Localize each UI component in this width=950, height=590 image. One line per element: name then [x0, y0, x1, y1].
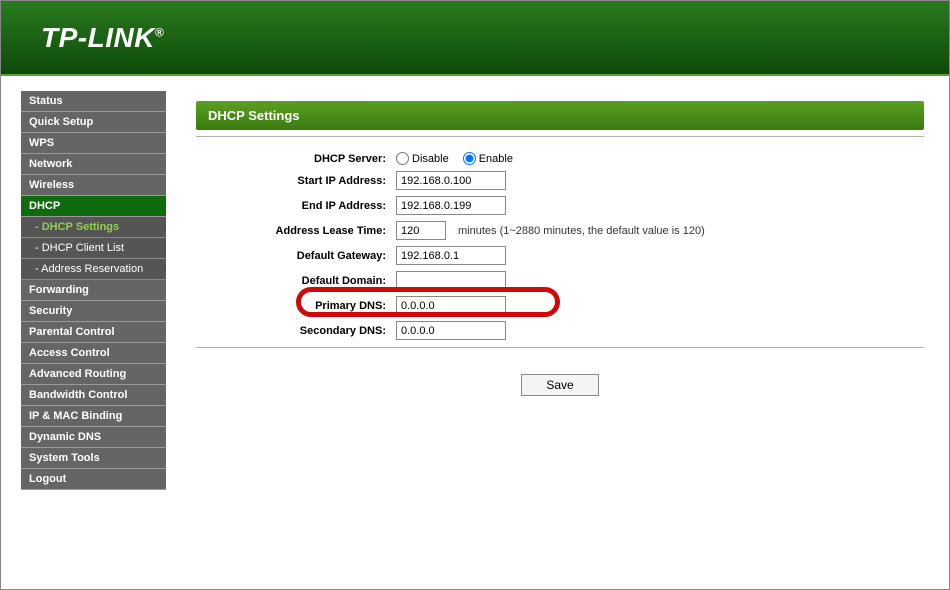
lease-time-input[interactable]	[396, 221, 446, 240]
app-header: TP-LINK®	[1, 1, 949, 76]
gateway-input[interactable]	[396, 246, 506, 265]
start-ip-row: Start IP Address:	[196, 168, 924, 193]
primary-dns-input[interactable]	[396, 296, 506, 315]
sidebar-item-wps[interactable]: WPS	[21, 133, 166, 154]
domain-label: Default Domain:	[196, 275, 396, 287]
lease-time-hint: minutes (1~2880 minutes, the default val…	[458, 225, 705, 237]
sidebar-item-status[interactable]: Status	[21, 91, 166, 112]
save-button[interactable]: Save	[521, 374, 598, 396]
end-ip-row: End IP Address:	[196, 193, 924, 218]
sidebar-item-quick-setup[interactable]: Quick Setup	[21, 112, 166, 133]
save-row: Save	[196, 360, 924, 396]
separator-top	[196, 136, 924, 137]
dhcp-enable-option[interactable]: Enable	[463, 152, 513, 165]
dhcp-server-field: Disable Enable	[396, 152, 513, 165]
sidebar: Status Quick Setup WPS Network Wireless …	[21, 91, 166, 589]
dhcp-server-row: DHCP Server: Disable Enable	[196, 149, 924, 168]
sidebar-item-logout[interactable]: Logout	[21, 469, 166, 490]
brand-text: TP-LINK	[41, 22, 155, 53]
primary-dns-row: Primary DNS:	[196, 293, 924, 318]
sidebar-item-system-tools[interactable]: System Tools	[21, 448, 166, 469]
sidebar-sub-dhcp-client-list[interactable]: - DHCP Client List	[21, 238, 166, 259]
gateway-row: Default Gateway:	[196, 243, 924, 268]
brand-logo: TP-LINK®	[41, 22, 164, 54]
dhcp-server-label: DHCP Server:	[196, 153, 396, 165]
dhcp-enable-label: Enable	[479, 153, 513, 165]
dhcp-disable-label: Disable	[412, 153, 449, 165]
end-ip-label: End IP Address:	[196, 200, 396, 212]
lease-time-label: Address Lease Time:	[196, 225, 396, 237]
start-ip-input[interactable]	[396, 171, 506, 190]
sidebar-item-advanced-routing[interactable]: Advanced Routing	[21, 364, 166, 385]
dhcp-enable-radio[interactable]	[463, 152, 476, 165]
domain-input[interactable]	[396, 271, 506, 290]
sidebar-item-network[interactable]: Network	[21, 154, 166, 175]
sidebar-sub-dhcp-settings[interactable]: - DHCP Settings	[21, 217, 166, 238]
end-ip-input[interactable]	[396, 196, 506, 215]
separator-bottom	[196, 347, 924, 348]
sidebar-item-wireless[interactable]: Wireless	[21, 175, 166, 196]
page-title: DHCP Settings	[196, 101, 924, 130]
sidebar-item-forwarding[interactable]: Forwarding	[21, 280, 166, 301]
start-ip-label: Start IP Address:	[196, 175, 396, 187]
dhcp-disable-option[interactable]: Disable	[396, 152, 449, 165]
domain-row: Default Domain:	[196, 268, 924, 293]
sidebar-item-bandwidth-control[interactable]: Bandwidth Control	[21, 385, 166, 406]
secondary-dns-label: Secondary DNS:	[196, 325, 396, 337]
dhcp-disable-radio[interactable]	[396, 152, 409, 165]
sidebar-item-dynamic-dns[interactable]: Dynamic DNS	[21, 427, 166, 448]
sidebar-sub-address-reservation[interactable]: - Address Reservation	[21, 259, 166, 280]
sidebar-item-dhcp[interactable]: DHCP	[21, 196, 166, 217]
gateway-label: Default Gateway:	[196, 250, 396, 262]
lease-time-row: Address Lease Time: minutes (1~2880 minu…	[196, 218, 924, 243]
secondary-dns-row: Secondary DNS:	[196, 318, 924, 343]
body-wrap: Status Quick Setup WPS Network Wireless …	[1, 76, 949, 589]
secondary-dns-input[interactable]	[396, 321, 506, 340]
sidebar-item-security[interactable]: Security	[21, 301, 166, 322]
sidebar-item-access-control[interactable]: Access Control	[21, 343, 166, 364]
content-area: DHCP Settings DHCP Server: Disable Enabl…	[166, 91, 949, 589]
sidebar-item-parental-control[interactable]: Parental Control	[21, 322, 166, 343]
sidebar-item-ip-mac-binding[interactable]: IP & MAC Binding	[21, 406, 166, 427]
primary-dns-label: Primary DNS:	[196, 300, 396, 312]
